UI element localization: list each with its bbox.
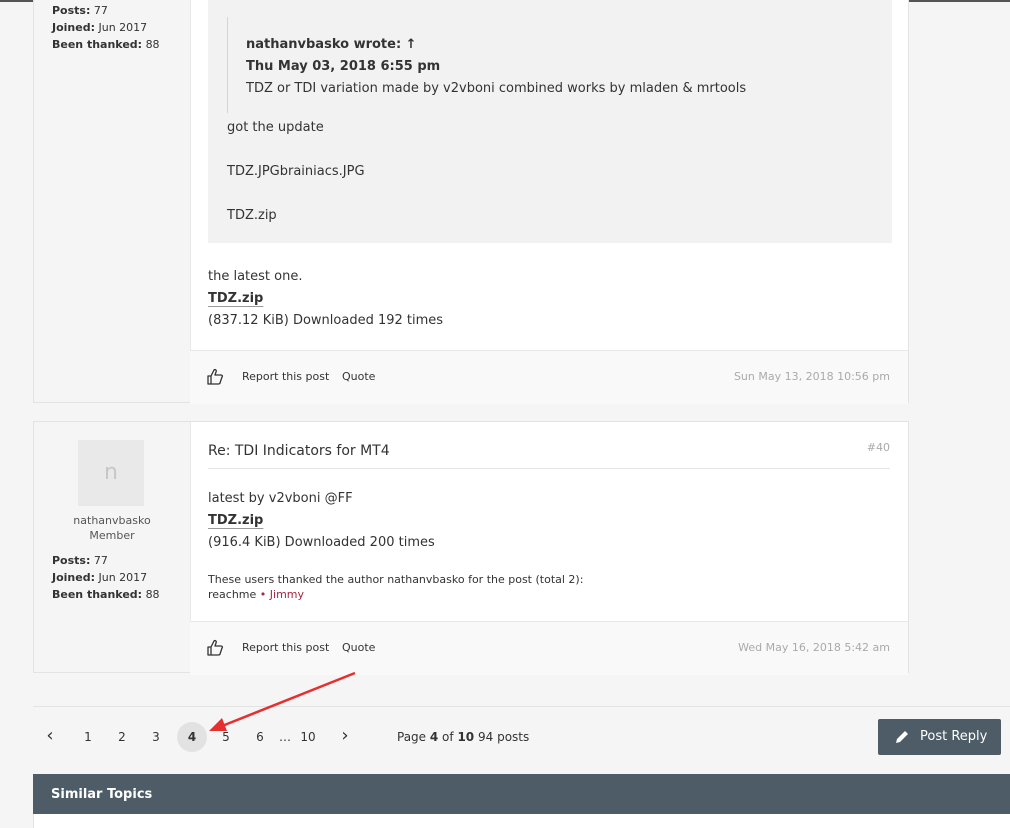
post-body-text: the latest one. [208, 269, 303, 284]
post-timestamp: Wed May 16, 2018 5:42 am [738, 641, 890, 654]
author-stats: Posts: 77 Joined: Jun 2017 Been thanked:… [52, 2, 160, 53]
similar-topics-body [33, 814, 1010, 828]
thanks-users: reachme • Jimmy [208, 588, 304, 601]
quote-author[interactable]: nathanvbasko wrote: ↑ [246, 37, 417, 52]
post-2: n nathanvbasko Member Posts: 77 Joined: … [33, 421, 909, 675]
post-2-footer: Report this post Quote Wed May 16, 2018 … [190, 621, 908, 675]
quote-block: nathanvbasko wrote: ↑ Thu May 03, 2018 6… [208, 0, 892, 243]
page-5-button[interactable]: 5 [214, 730, 238, 744]
attachment-info: (916.4 KiB) Downloaded 200 times [208, 535, 435, 550]
chevron-right-icon[interactable]: › [333, 725, 357, 746]
thumbs-up-icon[interactable] [206, 639, 224, 657]
post-1: Posts: 77 Joined: Jun 2017 Been thanked:… [33, 0, 909, 404]
username[interactable]: nathanvbasko [34, 514, 190, 527]
thumbs-up-icon[interactable] [206, 368, 224, 386]
post-title[interactable]: Re: TDI Indicators for MT4 [208, 443, 390, 459]
page-6-button[interactable]: 6 [248, 730, 272, 744]
report-post-button[interactable]: Report this post [242, 370, 329, 383]
pagination-ellipsis: … [279, 730, 291, 744]
pencil-icon [896, 731, 908, 743]
post-reply-label: Post Reply [920, 729, 988, 744]
page-info: Page 4 of 10 [397, 730, 475, 744]
user-rank: Member [89, 529, 135, 542]
post-1-footer: Report this post Quote Sun May 13, 2018 … [190, 350, 908, 404]
post-body-text: latest by v2vboni @FF [208, 491, 353, 506]
pagination-divider [33, 706, 1010, 707]
joined-stat: Joined: Jun 2017 [52, 21, 148, 34]
report-post-button[interactable]: Report this post [242, 641, 329, 654]
quote-date: Thu May 03, 2018 6:55 pm [246, 59, 441, 74]
quote-button[interactable]: Quote [342, 641, 375, 654]
attachment-info: (837.12 KiB) Downloaded 192 times [208, 313, 444, 328]
quote-button[interactable]: Quote [342, 370, 375, 383]
similar-topics-title: Similar Topics [51, 787, 153, 802]
similar-topics-header: Similar Topics [33, 774, 1010, 814]
quote-line-3: TDZ.zip [227, 208, 277, 223]
post-2-profile: n nathanvbasko Member Posts: 77 Joined: … [34, 422, 191, 672]
quote-text: TDZ or TDI variation made by v2vboni com… [246, 81, 747, 96]
thanked-stat: Been thanked: 88 [52, 588, 160, 601]
thanks-separator: • [256, 588, 270, 601]
author-stats: Posts: 77 Joined: Jun 2017 Been thanked:… [52, 552, 160, 603]
thanks-user-jimmy[interactable]: Jimmy [270, 588, 304, 601]
posts-stat: Posts: 77 [52, 554, 108, 567]
thanks-text: These users thanked the author nathanvba… [208, 573, 584, 586]
joined-stat: Joined: Jun 2017 [52, 571, 148, 584]
page-1-button[interactable]: 1 [76, 730, 100, 744]
post-number[interactable]: #40 [867, 441, 890, 454]
post-count: 94 posts [478, 730, 530, 744]
post-timestamp: Sun May 13, 2018 10:56 pm [733, 370, 890, 383]
quote-line-2: TDZ.JPGbrainiacs.JPG [227, 164, 365, 179]
page-4-current[interactable]: 4 [177, 722, 207, 752]
page-10-button[interactable]: 10 [296, 730, 320, 744]
post-1-profile: Posts: 77 Joined: Jun 2017 Been thanked:… [34, 0, 191, 402]
attachment-link[interactable]: TDZ.zip [208, 291, 263, 306]
post-reply-button[interactable]: Post Reply [878, 719, 1001, 755]
thanked-stat: Been thanked: 88 [52, 38, 160, 51]
quote-nested-border [227, 17, 228, 113]
page-3-button[interactable]: 3 [144, 730, 168, 744]
attachment-link[interactable]: TDZ.zip [208, 513, 263, 528]
chevron-left-icon[interactable]: ‹ [38, 725, 62, 746]
title-divider [208, 468, 890, 469]
page-2-button[interactable]: 2 [110, 730, 134, 744]
posts-stat: Posts: 77 [52, 4, 108, 17]
avatar[interactable]: n [78, 440, 144, 506]
thanks-user-reachme[interactable]: reachme [208, 588, 256, 601]
quote-line-1: got the update [227, 120, 324, 135]
